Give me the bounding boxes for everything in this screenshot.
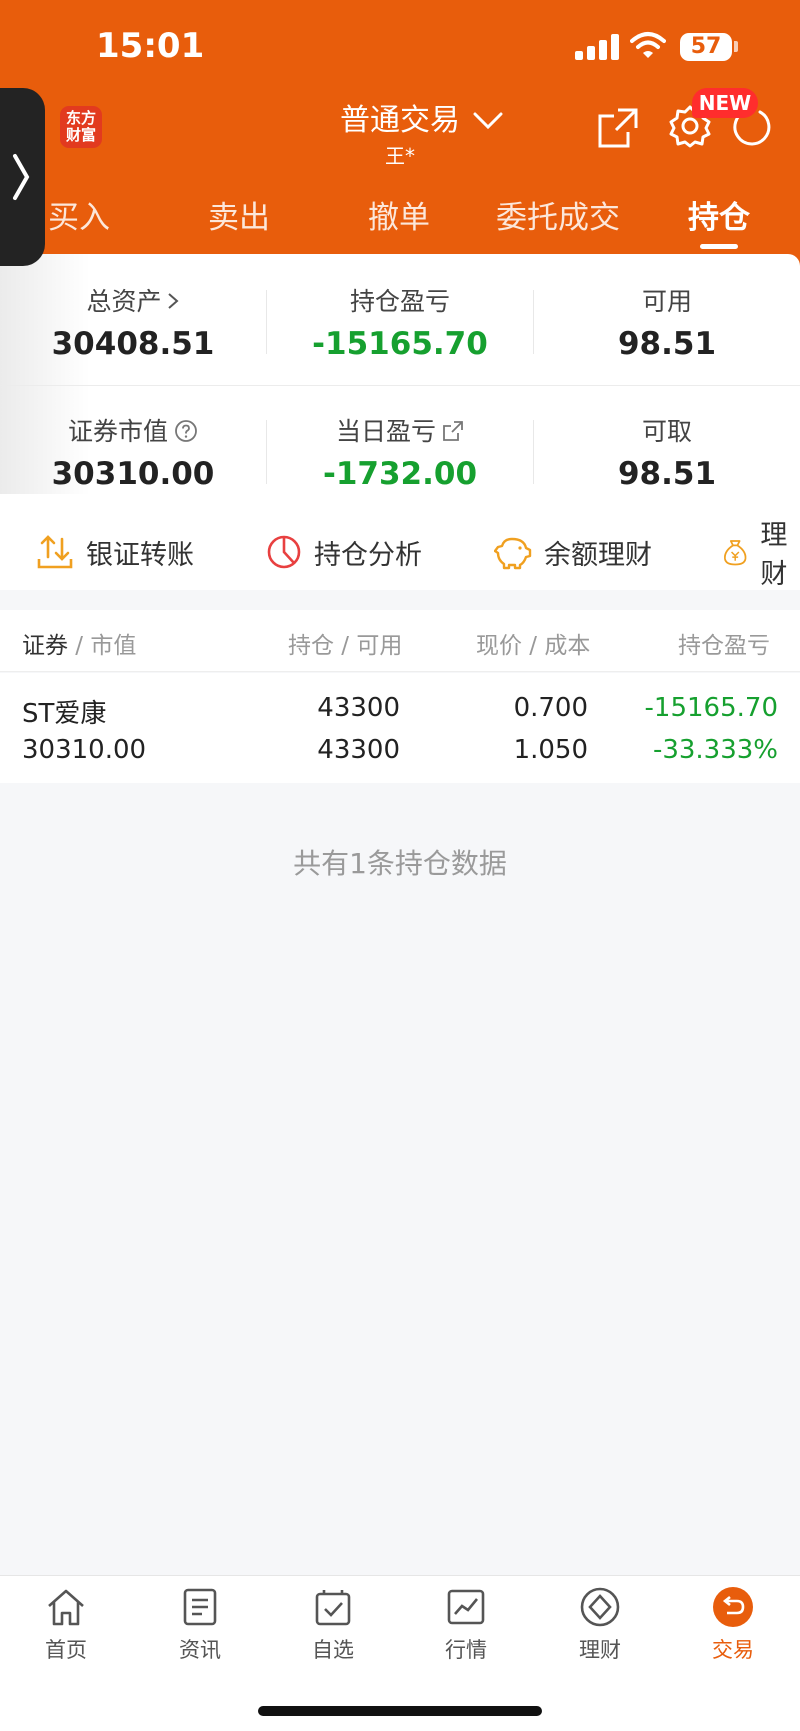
transfer-icon <box>37 535 73 569</box>
tab-holdings[interactable]: 持仓 <box>688 192 750 237</box>
nav-wealth[interactable]: 理财 <box>550 1586 650 1664</box>
col-pl[interactable]: 持仓盈亏 <box>678 626 800 660</box>
position-pl-value: -15165.70 <box>312 326 488 362</box>
nav-market[interactable]: 行情 <box>416 1586 516 1664</box>
new-badge: NEW <box>692 88 758 118</box>
daily-pl-value: -1732.00 <box>322 456 478 492</box>
col-cost-label: 成本 <box>544 633 591 659</box>
col-position-label: 持仓 <box>288 633 334 659</box>
market-chart-icon <box>447 1589 485 1625</box>
position-pl-percent: -33.333% <box>652 735 778 765</box>
chevron-right-icon <box>13 154 30 200</box>
quick-action-position-analysis[interactable]: 持仓分析 <box>266 530 422 574</box>
nav-label: 交易 <box>712 1638 754 1662</box>
position-pl-cell: 持仓盈亏 -15165.70 <box>267 282 533 362</box>
help-icon[interactable] <box>174 419 198 443</box>
position-pl: -15165.70 <box>644 693 778 723</box>
tab-sell[interactable]: 卖出 <box>208 192 270 237</box>
available-label: 可用 <box>641 287 692 316</box>
external-link-icon <box>443 421 463 441</box>
nav-label: 理财 <box>579 1638 621 1662</box>
nav-home[interactable]: 首页 <box>16 1586 116 1664</box>
position-pl-label: 持仓盈亏 <box>349 287 450 316</box>
quick-action-label: 理财 <box>760 520 788 590</box>
col-position-available[interactable]: 持仓 / 可用 <box>288 626 402 660</box>
table-row[interactable]: ST爱康 30310.00 43300 43300 0.700 1.050 -1… <box>0 673 800 783</box>
quick-action-label: 余额理财 <box>544 539 652 571</box>
col-price-cost[interactable]: 现价 / 成本 <box>476 626 590 660</box>
battery-icon: 57 <box>680 33 732 61</box>
col-available-label: 可用 <box>356 633 403 659</box>
trade-icon <box>713 1587 753 1627</box>
security-market-value: 30310.00 <box>22 735 147 765</box>
pie-chart-icon <box>267 535 301 569</box>
quick-action-bank-transfer[interactable]: 银证转账 <box>36 530 194 574</box>
available-cell: 可用 98.51 <box>534 282 800 362</box>
piggy-bank-icon <box>494 537 532 570</box>
holdings-table-header: 证券 / 市值 持仓 / 可用 现价 / 成本 持仓盈亏 <box>0 610 800 672</box>
nav-label: 资讯 <box>179 1638 221 1662</box>
wifi-icon <box>630 32 666 58</box>
quick-action-balance-wealth[interactable]: 余额理财 <box>494 530 652 574</box>
available-qty: 43300 <box>317 735 400 765</box>
current-price: 0.700 <box>513 693 588 723</box>
quick-action-label: 银证转账 <box>86 539 194 571</box>
battery-tip <box>734 41 738 52</box>
quick-action-label: 持仓分析 <box>314 539 422 571</box>
col-market-value-label: 市值 <box>90 633 137 659</box>
east-money-logo: 东方 财富 <box>60 106 102 148</box>
daily-pl-cell[interactable]: 当日盈亏 -1732.00 <box>267 412 533 492</box>
nav-label: 自选 <box>312 1638 354 1662</box>
wealth-icon <box>580 1587 620 1627</box>
watchlist-icon <box>315 1590 351 1626</box>
home-icon <box>48 1589 84 1626</box>
tab-buy[interactable]: 买入 <box>48 192 110 237</box>
row-divider <box>0 385 800 386</box>
daily-pl-label: 当日盈亏 <box>335 417 436 446</box>
total-assets-cell[interactable]: 总资产 30408.51 <box>0 282 266 362</box>
app-header: 15:01 57 东方 财富 普通交易 王* NEW 买入 卖出 撤单 委托成交 … <box>0 0 800 272</box>
nav-label: 首页 <box>45 1638 87 1662</box>
nav-label: 行情 <box>445 1638 487 1662</box>
nav-watchlist[interactable]: 自选 <box>283 1586 383 1664</box>
col-security-label: 证券 <box>22 633 68 659</box>
tab-cancel-order[interactable]: 撤单 <box>368 192 430 237</box>
chevron-down-icon[interactable] <box>472 110 504 132</box>
status-time: 15:01 <box>96 26 205 66</box>
account-holder-name: 王* <box>385 144 415 168</box>
withdrawable-cell: 可取 98.51 <box>534 412 800 492</box>
tab-orders-deals[interactable]: 委托成交 <box>496 192 620 237</box>
active-tab-indicator <box>700 244 738 249</box>
quick-action-wealth[interactable]: 理财 <box>722 520 800 590</box>
total-assets-label: 总资产 <box>86 287 162 316</box>
market-value-cell: 证券市值 30310.00 <box>0 412 266 492</box>
security-name: ST爱康 <box>22 699 107 729</box>
position-qty: 43300 <box>317 693 400 723</box>
nav-trade[interactable]: 交易 <box>683 1586 783 1664</box>
home-indicator <box>258 1706 542 1716</box>
side-drawer-handle[interactable] <box>0 88 45 266</box>
col-price-label: 现价 <box>476 633 522 659</box>
holdings-count-text: 共有1条持仓数据 <box>293 847 507 880</box>
share-export-icon[interactable] <box>596 106 640 150</box>
account-type-title[interactable]: 普通交易 <box>330 95 470 139</box>
col-security-market-value[interactable]: 证券 / 市值 <box>22 626 136 660</box>
market-value-value: 30310.00 <box>51 456 215 492</box>
cost-price: 1.050 <box>513 735 588 765</box>
total-assets-value: 30408.51 <box>51 326 215 362</box>
news-icon <box>183 1588 217 1626</box>
available-value: 98.51 <box>617 326 717 362</box>
chevron-right-icon <box>167 293 179 309</box>
cellular-signal-icon <box>575 34 619 60</box>
battery-level: 57 <box>690 34 722 59</box>
nav-news[interactable]: 资讯 <box>150 1586 250 1664</box>
withdrawable-label: 可取 <box>641 417 692 446</box>
market-value-label: 证券市值 <box>67 417 168 446</box>
money-bag-icon <box>724 540 747 566</box>
withdrawable-value: 98.51 <box>617 456 717 492</box>
